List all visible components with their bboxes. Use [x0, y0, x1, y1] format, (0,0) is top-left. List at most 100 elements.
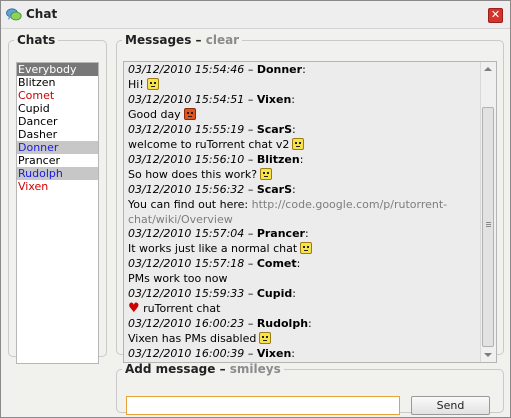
- chat-item-dasher[interactable]: Dasher: [17, 128, 98, 141]
- message-timestamp: 03/12/2010 15:54:51: [128, 93, 245, 106]
- message-text: Vixen has PMs disabled: [128, 332, 257, 345]
- add-message-legend-label: Add message: [125, 362, 216, 376]
- send-button[interactable]: Send: [411, 396, 490, 415]
- message-nick[interactable]: ScarS: [257, 183, 292, 196]
- message-text: Good day: [128, 108, 181, 121]
- message-nick[interactable]: Blitzen: [257, 153, 300, 166]
- message-timestamp: 03/12/2010 15:59:33: [128, 287, 245, 300]
- messages-scrollbar[interactable]: [480, 62, 496, 362]
- message-text: Hi!: [128, 78, 144, 91]
- message-text: welcome to ruTorrent chat v2: [128, 138, 290, 151]
- chat-item-rudolph[interactable]: Rudolph: [17, 167, 98, 180]
- happy-smiley-icon: [260, 168, 273, 180]
- clear-link[interactable]: clear: [206, 33, 239, 47]
- chat-item-vixen[interactable]: Vixen: [17, 180, 98, 193]
- message-separator: –: [247, 317, 254, 330]
- message-timestamp: 03/12/2010 15:56:32: [128, 183, 245, 196]
- message-body: You can find out here: http://code.googl…: [128, 197, 480, 227]
- message-text: So how does this work?: [128, 168, 258, 181]
- happy-smiley-icon: [292, 138, 305, 150]
- message-header: 03/12/2010 15:56:10 – Blitzen:: [128, 153, 304, 166]
- message-timestamp: 03/12/2010 15:57:18: [128, 257, 245, 270]
- heart-icon: ♥: [128, 301, 140, 316]
- message-separator: –: [247, 287, 254, 300]
- add-message-panel: Add message – smileys Send: [116, 362, 504, 415]
- message-timestamp: 03/12/2010 16:00:23: [128, 317, 245, 330]
- message-nick[interactable]: Donner: [257, 63, 302, 76]
- chat-item-dancer[interactable]: Dancer: [17, 115, 98, 128]
- add-message-legend: Add message – smileys: [122, 362, 284, 376]
- angry-smiley-icon: [183, 108, 196, 120]
- message-input[interactable]: [126, 396, 400, 415]
- chat-item-comet[interactable]: Comet: [17, 89, 98, 102]
- scroll-down-arrow-icon[interactable]: [484, 353, 492, 357]
- message-header: 03/12/2010 16:00:39 – Vixen:: [128, 347, 296, 360]
- message-separator: –: [247, 183, 254, 196]
- messages-legend-dash: –: [195, 33, 202, 47]
- messages-legend-label: Messages: [125, 33, 192, 47]
- message-timestamp: 03/12/2010 16:00:39: [128, 347, 245, 360]
- message-body: Vixen has PMs disabled: [128, 331, 480, 347]
- message-nick[interactable]: Vixen: [257, 347, 291, 360]
- scrollbar-thumb[interactable]: [482, 107, 494, 347]
- chat-window: Chat ✕ Chats Everybody Blitzen Comet Cupid D…: [0, 0, 511, 418]
- message-body: ♥ ruTorrent chat: [128, 301, 480, 317]
- chat-item-blitzen[interactable]: Blitzen: [17, 76, 98, 89]
- message-separator: –: [247, 93, 254, 106]
- message-nick[interactable]: Comet: [257, 257, 297, 270]
- message-separator: –: [247, 227, 254, 240]
- message-separator: –: [247, 123, 254, 136]
- happy-smiley-icon: [300, 242, 313, 254]
- message-timestamp: 03/12/2010 15:57:04: [128, 227, 245, 240]
- close-icon: ✕: [490, 8, 501, 21]
- message-text: ruTorrent chat: [143, 302, 221, 315]
- happy-smiley-icon: [146, 78, 159, 90]
- message-text: It works just like a normal chat: [128, 242, 298, 255]
- chat-item-prancer[interactable]: Prancer: [17, 154, 98, 167]
- message-header: 03/12/2010 15:59:33 – Cupid:: [128, 287, 296, 300]
- add-message-legend-dash: –: [219, 362, 226, 376]
- message-separator: –: [247, 63, 254, 76]
- message-nick[interactable]: ScarS: [257, 123, 292, 136]
- chats-list: Everybody Blitzen Comet Cupid Dancer Dasher Do…: [16, 62, 99, 364]
- chat-item-everybody[interactable]: Everybody: [17, 63, 98, 76]
- message-body: So how does this work?: [128, 167, 480, 183]
- scroll-up-arrow-icon[interactable]: [484, 67, 492, 71]
- chat-item-cupid[interactable]: Cupid: [17, 102, 98, 115]
- message-nick[interactable]: Rudolph: [257, 317, 308, 330]
- message-timestamp: 03/12/2010 15:56:10: [128, 153, 245, 166]
- chat-bubbles-icon: [6, 8, 22, 21]
- message-body: It works just like a normal chat: [128, 241, 480, 257]
- titlebar: Chat ✕: [1, 1, 510, 29]
- message-body: Good day: [128, 107, 480, 123]
- message-header: 03/12/2010 15:54:46 – Donner:: [128, 63, 306, 76]
- message-text: PMs work too now: [128, 272, 228, 285]
- smileys-link[interactable]: smileys: [230, 362, 281, 376]
- happy-smiley-icon: [259, 332, 272, 344]
- message-header: 03/12/2010 15:57:18 – Comet:: [128, 257, 301, 270]
- window-title: Chat: [26, 7, 58, 21]
- messages-list: 03/12/2010 15:54:46 – Donner: Hi! 03/12/20…: [128, 63, 480, 362]
- message-nick[interactable]: Vixen: [257, 93, 291, 106]
- message-body: Hi!: [128, 77, 480, 93]
- message-timestamp: 03/12/2010 15:54:46: [128, 63, 245, 76]
- message-body: welcome to ruTorrent chat v2: [128, 137, 480, 153]
- message-nick[interactable]: Cupid: [257, 287, 292, 300]
- message-timestamp: 03/12/2010 15:55:19: [128, 123, 245, 136]
- chat-item-donner[interactable]: Donner: [17, 141, 98, 154]
- chats-panel: Chats Everybody Blitzen Comet Cupid Dancer Da…: [8, 33, 107, 364]
- message-nick[interactable]: Prancer: [257, 227, 305, 240]
- message-separator: –: [247, 347, 254, 360]
- message-header: 03/12/2010 15:54:51 – Vixen:: [128, 93, 296, 106]
- message-separator: –: [247, 257, 254, 270]
- grip-icon: [486, 222, 491, 223]
- message-header: 03/12/2010 15:55:19 – ScarS:: [128, 123, 296, 136]
- message-text: You can find out here:: [128, 198, 252, 211]
- message-header: 03/12/2010 15:56:32 – ScarS:: [128, 183, 296, 196]
- message-header: 03/12/2010 15:57:04 – Prancer:: [128, 227, 309, 240]
- message-separator: –: [247, 153, 254, 166]
- messages-legend: Messages – clear: [122, 33, 242, 47]
- close-button[interactable]: ✕: [488, 8, 503, 23]
- messages-log: 03/12/2010 15:54:46 – Donner: Hi! 03/12/20…: [123, 61, 497, 363]
- message-header: 03/12/2010 16:00:23 – Rudolph:: [128, 317, 312, 330]
